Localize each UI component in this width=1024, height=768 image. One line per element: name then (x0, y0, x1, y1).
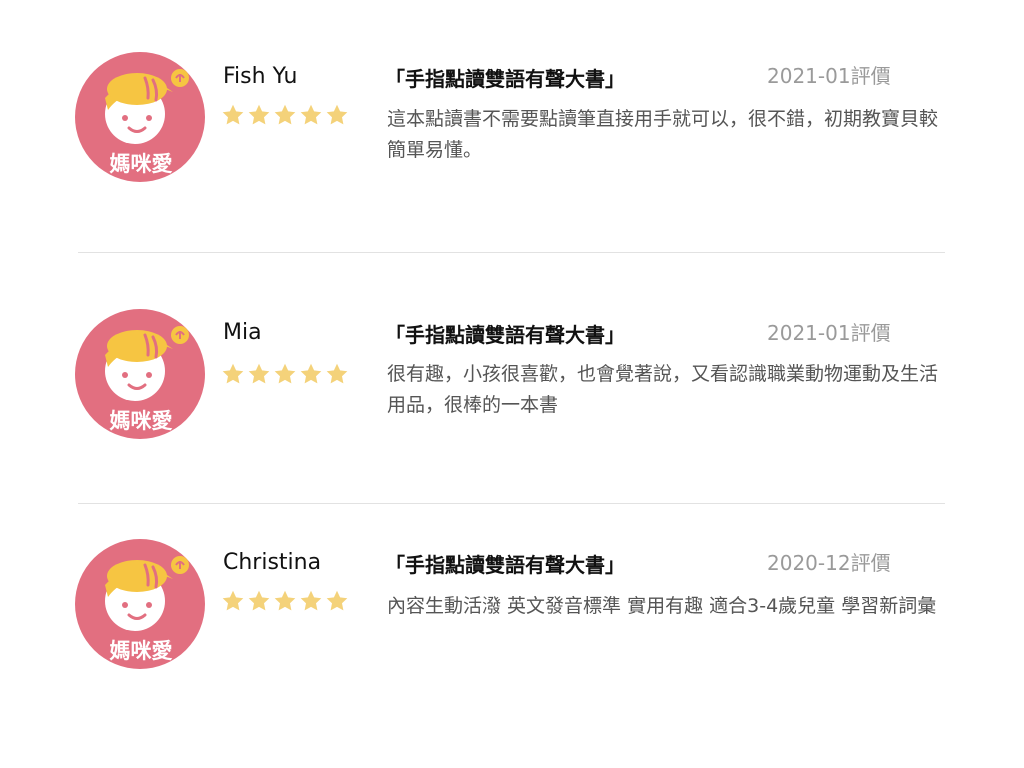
star-icon (248, 363, 270, 384)
star-icon (248, 590, 270, 611)
avatar: 媽咪愛 (75, 309, 205, 439)
product-title: 「手指點讀雙語有聲大書」 (385, 323, 625, 347)
review-text: 內容生動活潑 英文發音標準 實用有趣 適合3-4歲兒童 學習新詞彙 (387, 595, 937, 617)
star-icon (274, 590, 296, 611)
review-date: 2021-01評價 (767, 321, 891, 345)
star-icon (300, 590, 322, 611)
review-date: 2020-12評價 (767, 551, 891, 575)
reviewer-name: Mia (223, 320, 262, 345)
review-text: 很有趣，小孩很喜歡，也會覺著說，又看認識職業動物運動及生活用品，很棒的一本書 (387, 363, 939, 416)
star-icon (300, 363, 322, 384)
product-title: 「手指點讀雙語有聲大書」 (385, 553, 625, 577)
avatar-logo-text: 媽咪愛 (110, 639, 173, 663)
review-item: 媽咪愛 Christina 「手指點讀雙語有聲大書」 2020-12評價 內容生… (0, 0, 1024, 669)
divider (78, 252, 945, 253)
star-icon (326, 363, 348, 384)
avatar-logo-text: 媽咪愛 (110, 409, 173, 433)
star-rating (221, 589, 349, 613)
avatar-logo-text: 媽咪愛 (110, 152, 173, 176)
star-icon (222, 590, 244, 611)
divider (78, 503, 945, 504)
star-icon (222, 363, 244, 384)
star-icon (274, 363, 296, 384)
star-icon (326, 590, 348, 611)
reviewer-name: Christina (223, 550, 322, 575)
star-rating (221, 362, 349, 386)
avatar: 媽咪愛 (75, 539, 205, 669)
